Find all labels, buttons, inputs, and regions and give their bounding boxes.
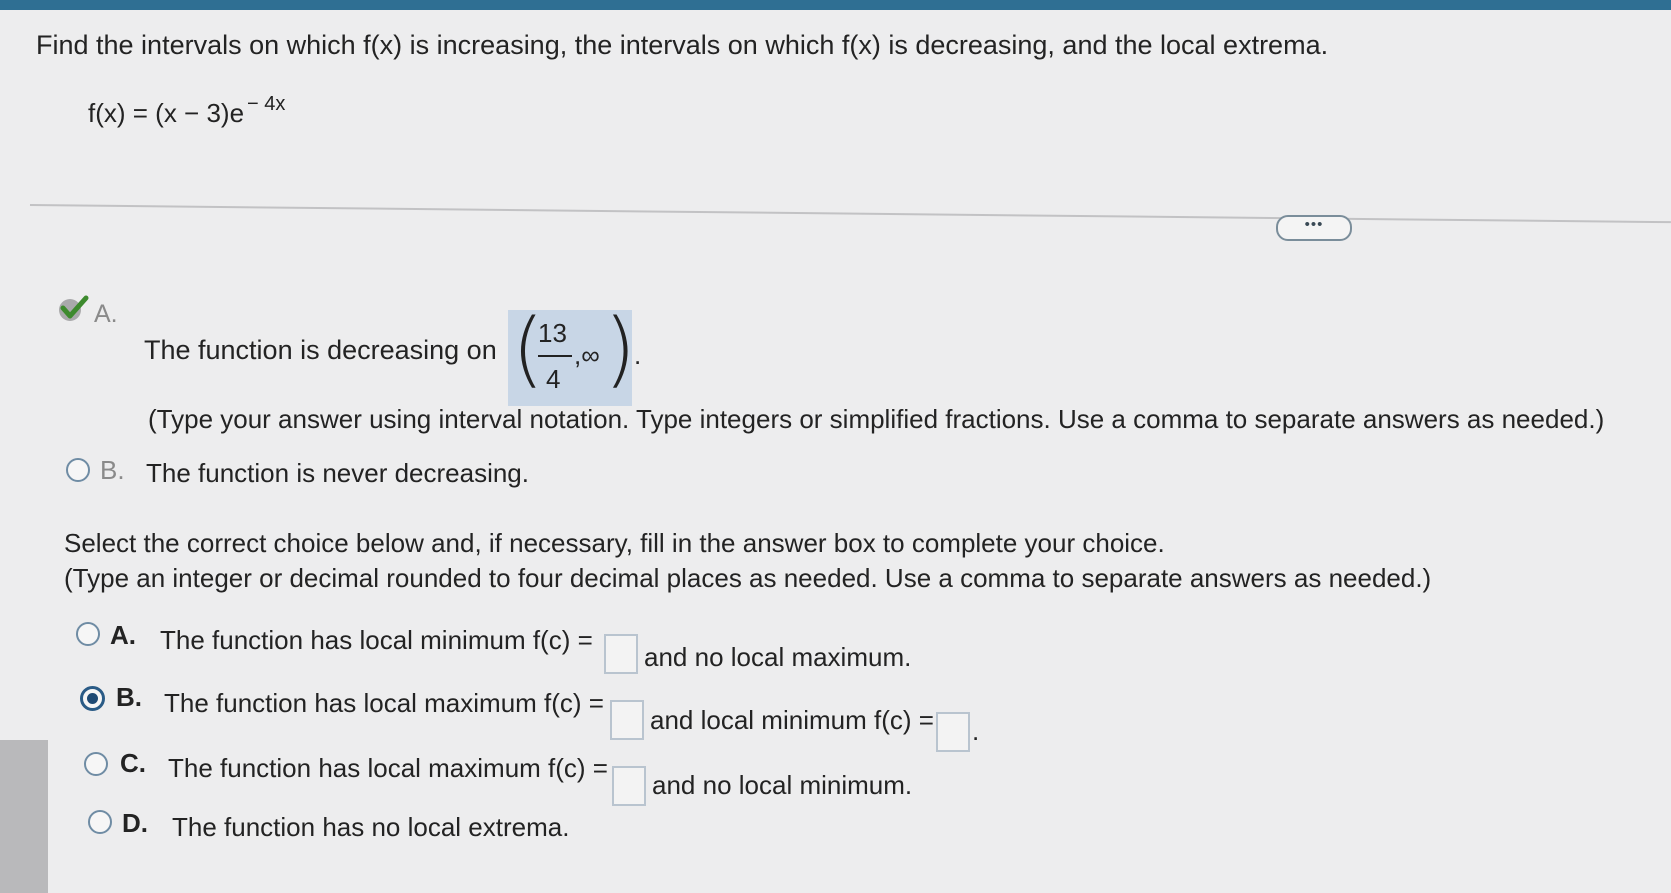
fraction-numerator: 13 (538, 318, 567, 348)
extrema-choice-d-radio[interactable] (88, 810, 112, 834)
answer-period: . (634, 340, 642, 370)
extrema-b-min-input[interactable] (936, 712, 970, 752)
extrema-choice-a-letter: A. (110, 620, 136, 650)
top-bar (0, 0, 1671, 10)
extrema-choice-d-text: The function has no local extrema. (172, 812, 570, 842)
function-base: f(x) = (x − 3)e (88, 98, 245, 128)
interval-instructions: (Type your answer using interval notatio… (148, 404, 1605, 434)
fraction-denominator: 4 (546, 364, 561, 394)
extrema-choice-b-text: The function has local maximum f(c) = (164, 688, 604, 718)
right-paren: ) (604, 302, 636, 397)
extrema-choice-b-letter: B. (116, 682, 142, 712)
extrema-choice-d-letter: D. (122, 808, 148, 838)
choice-b-radio[interactable] (66, 458, 90, 482)
more-options-button[interactable]: ••• (1276, 215, 1352, 241)
left-paren: ( (512, 302, 544, 397)
extrema-c-max-input[interactable] (612, 766, 646, 806)
correct-check-icon (59, 295, 89, 321)
choice-a-letter: A. (94, 300, 118, 328)
choice-b-letter: B. (100, 455, 125, 485)
extrema-b-max-input[interactable] (610, 700, 644, 740)
extrema-choice-b-period: . (972, 716, 980, 746)
extrema-a-min-input[interactable] (604, 634, 638, 674)
extrema-choice-a-radio[interactable] (76, 622, 100, 646)
fraction-bar (538, 355, 572, 357)
decreasing-label: The function is decreasing on (144, 335, 497, 365)
question-prompt: Find the intervals on which f(x) is incr… (36, 30, 1329, 60)
function-definition: f(x) = (x − 3)e − 4x (88, 93, 285, 129)
extrema-choice-a-text2: and no local maximum. (644, 642, 912, 672)
decreasing-answer-box[interactable]: ( 13 4 ,∞ ) (508, 302, 636, 406)
extrema-choice-c-radio[interactable] (84, 752, 108, 776)
extrema-choice-c-text2: and no local minimum. (652, 770, 913, 800)
extrema-instruction-1: Select the correct choice below and, if … (64, 528, 1165, 558)
choice-b-text: The function is never decreasing. (146, 458, 529, 488)
extrema-choice-c-text: The function has local maximum f(c) = (168, 753, 608, 783)
function-exponent: − 4x (247, 93, 286, 115)
extrema-choice-b-text2: and local minimum f(c) = (650, 705, 934, 735)
left-edge-strip (0, 740, 48, 893)
extrema-instruction-2: (Type an integer or decimal rounded to f… (64, 563, 1432, 593)
extrema-choice-b-radio[interactable] (80, 686, 105, 711)
extrema-choice-c-letter: C. (120, 748, 146, 778)
extrema-choice-a-text: The function has local minimum f(c) = (160, 625, 593, 655)
infinity-tail: ,∞ (574, 340, 600, 370)
